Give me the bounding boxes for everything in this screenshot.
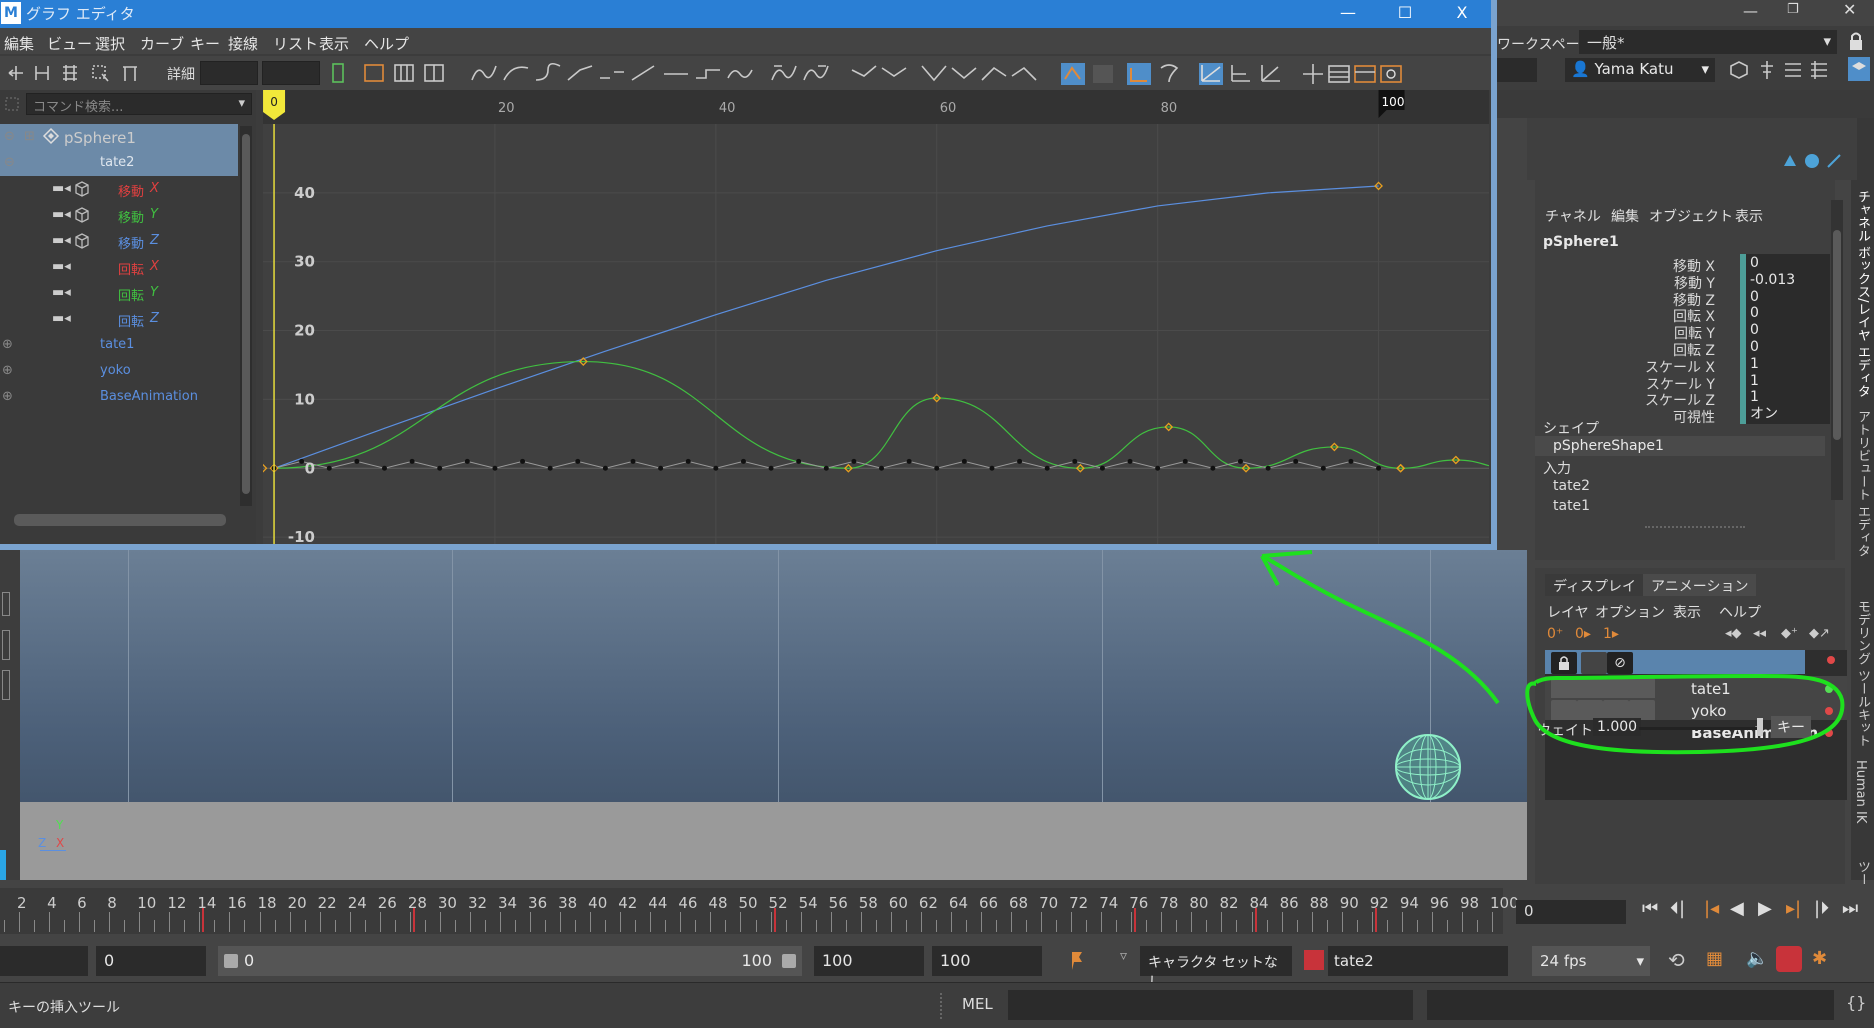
annotation-circle	[1525, 673, 1845, 755]
annotation-overlay	[1260, 550, 1845, 755]
annotation-arrow	[1261, 554, 1500, 705]
